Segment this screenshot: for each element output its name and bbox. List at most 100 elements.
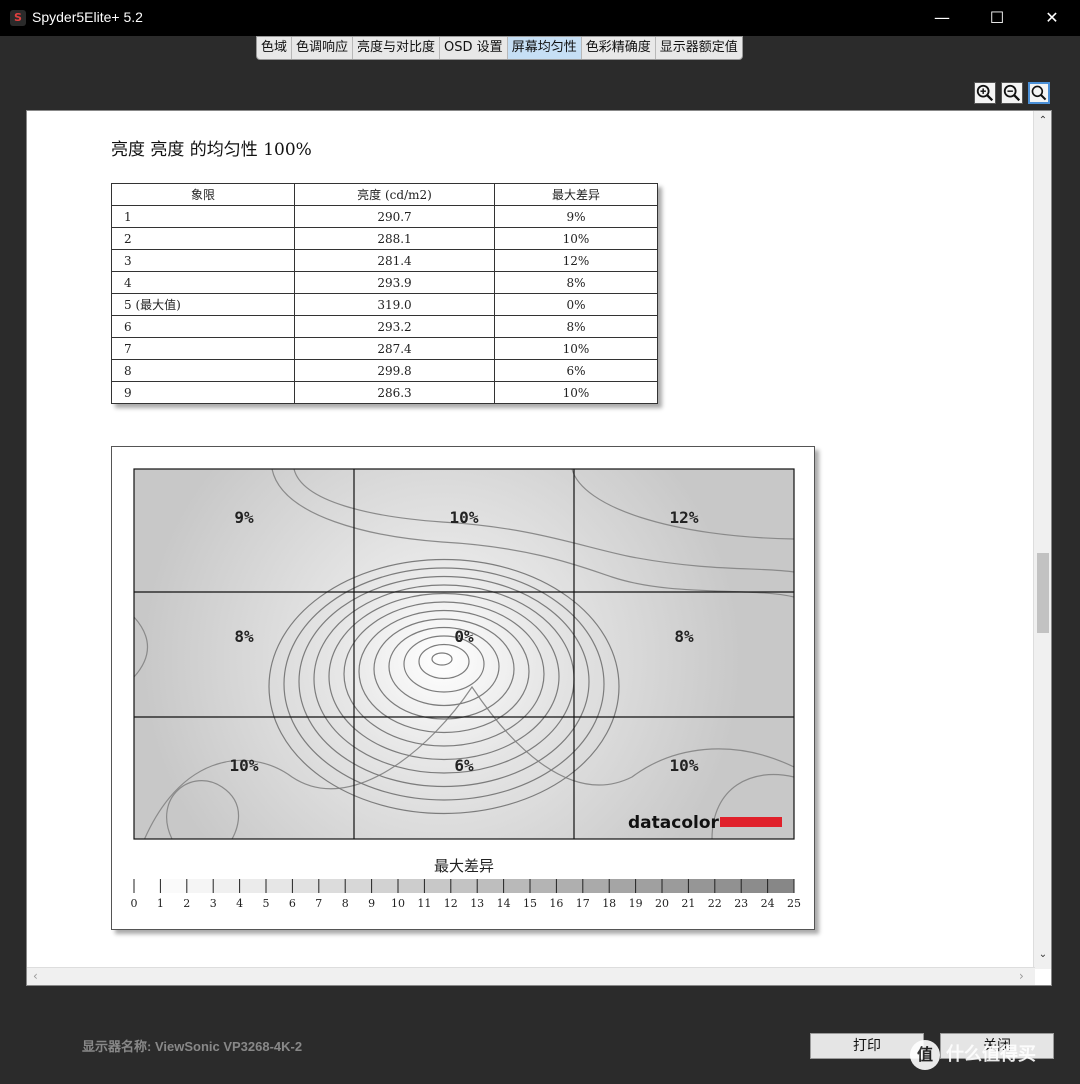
scroll-right-icon[interactable]: › (1019, 969, 1024, 983)
colorbar-segment (266, 879, 293, 893)
max-diff-cell: 8% (494, 271, 658, 294)
colorbar-segment (318, 879, 346, 893)
quadrant-value-label: 0% (454, 627, 474, 646)
report-tab-bar: 色域 色调响应 亮度与对比度 OSD 设置 屏幕均匀性 色彩精确度 显示器额定值 (256, 36, 743, 60)
zoom-in-icon[interactable] (974, 82, 996, 104)
quadrant-value-label: 12% (670, 508, 699, 527)
colorbar-tick-label: 10 (391, 897, 405, 910)
report-title: 亮度 亮度 的均匀性 100% (111, 140, 312, 160)
colorbar-tick-label: 3 (210, 897, 217, 910)
colorbar-tick-label: 19 (629, 897, 643, 910)
colorbar-tick-label: 7 (315, 897, 322, 910)
colorbar-segment (239, 879, 266, 893)
table-row: 3 281.4 12% (111, 249, 658, 272)
colorbar-tick-label: 21 (681, 897, 695, 910)
quadrant-cell: 1 (111, 205, 295, 228)
quadrant-value-label: 8% (674, 627, 694, 646)
quadrant-cell: 3 (111, 249, 295, 272)
max-diff-cell: 10% (494, 227, 658, 250)
spyder-app-icon: S (10, 10, 26, 26)
colorbar-tick-label: 22 (708, 897, 722, 910)
colorbar-segment (503, 879, 530, 893)
column-header-luminance: 亮度 (cd/m2) (294, 183, 495, 206)
colorbar-tick-label: 13 (470, 897, 484, 910)
column-header-quadrant: 象限 (111, 183, 295, 206)
colorbar-segment (292, 879, 319, 893)
colorbar-tick-label: 23 (734, 897, 748, 910)
watermark: 值什么值得买 (910, 1040, 1036, 1070)
tab-osd-settings[interactable]: OSD 设置 (440, 37, 508, 59)
tab-gamut[interactable]: 色域 (257, 37, 293, 59)
luminance-cell: 293.2 (294, 315, 495, 338)
watermark-text: 什么值得买 (946, 1044, 1036, 1065)
maximize-button[interactable]: ☐ (974, 0, 1020, 36)
quadrant-cell: 9 (111, 381, 295, 404)
colorbar-segment (530, 879, 557, 893)
colorbar-segment (609, 879, 636, 893)
print-button[interactable]: 打印 (810, 1033, 924, 1059)
colorbar-segment (741, 879, 768, 893)
scroll-up-icon[interactable]: ⌃ (1034, 115, 1051, 126)
colorbar-tick-label: 6 (289, 897, 296, 910)
colorbar-segment (477, 879, 504, 893)
scroll-down-icon[interactable]: ⌄ (1034, 949, 1051, 960)
scroll-thumb[interactable] (1037, 553, 1049, 633)
zoom-fit-icon[interactable] (1028, 82, 1050, 104)
watermark-badge-icon: 值 (910, 1040, 940, 1070)
colorbar-tick-label: 11 (417, 897, 431, 910)
colorbar-segment (424, 879, 451, 893)
luminance-cell: 290.7 (294, 205, 495, 228)
colorbar-segment (556, 879, 583, 893)
table-row: 5 (最大值) 319.0 0% (111, 293, 658, 316)
max-diff-cell: 12% (494, 249, 658, 272)
colorbar-tick-label: 5 (263, 897, 270, 910)
vertical-scrollbar[interactable]: ⌃ ⌄ (1033, 111, 1051, 969)
luminance-cell: 293.9 (294, 271, 495, 294)
table-row: 2 288.1 10% (111, 227, 658, 250)
colorbar-segment (345, 879, 372, 893)
window-title: Spyder5Elite+ 5.2 (32, 9, 143, 25)
tab-monitor-rating[interactable]: 显示器额定值 (656, 37, 742, 59)
scroll-left-icon[interactable]: ‹ (33, 969, 38, 983)
luminance-cell: 286.3 (294, 381, 495, 404)
close-window-button[interactable]: ✕ (1029, 0, 1075, 36)
column-header-max-diff: 最大差异 (494, 183, 658, 206)
tab-tone-response[interactable]: 色调响应 (292, 37, 354, 59)
table-row: 8 299.8 6% (111, 359, 658, 382)
quadrant-value-label: 8% (234, 627, 254, 646)
colorbar-segment (582, 879, 610, 893)
tab-screen-uniformity[interactable]: 屏幕均匀性 (507, 37, 582, 59)
max-diff-cell: 9% (494, 205, 658, 228)
colorbar-tick-label: 8 (342, 897, 349, 910)
quadrant-value-label: 9% (234, 508, 254, 527)
colorbar-segment (662, 879, 689, 893)
colorbar-segment (134, 879, 161, 893)
zoom-out-icon[interactable] (1001, 82, 1023, 104)
contour-chart-svg: 9% 10% 12% 8% 0% 8% 10% 6% 10% datacolor 最大差异 0 1… (131, 468, 801, 910)
report-panel[interactable]: 亮度 亮度 的均匀性 100% 象限 亮度 (cd/m2) 最大差异 1 290.… (26, 110, 1052, 986)
colorbar-tick-label: 16 (549, 897, 563, 910)
monitor-name-label: 显示器名称: ViewSonic VP3268-4K-2 (82, 1039, 303, 1054)
quadrant-value-label: 6% (454, 756, 474, 775)
luminance-cell: 281.4 (294, 249, 495, 272)
logo-red-bar (720, 817, 782, 827)
quadrant-value-label: 10% (450, 508, 479, 527)
table-row: 7 287.4 10% (111, 337, 658, 360)
colorbar-segment (160, 879, 187, 893)
tab-brightness-contrast[interactable]: 亮度与对比度 (353, 37, 441, 59)
uniformity-contour-chart: 9% 10% 12% 8% 0% 8% 10% 6% 10% datacolor 最大差异 0 1… (111, 446, 815, 930)
tab-color-accuracy[interactable]: 色彩精确度 (582, 37, 656, 59)
colorbar-tick-label: 14 (497, 897, 511, 910)
colorbar-tick-label: 24 (761, 897, 775, 910)
horizontal-scrollbar[interactable]: ‹ › (27, 967, 1035, 985)
colorbar-tick-label: 1 (157, 897, 164, 910)
colorbar-tick-label: 17 (576, 897, 590, 910)
minimize-button[interactable]: — (919, 0, 965, 36)
colorbar-tick-label: 12 (444, 897, 458, 910)
luminance-cell: 319.0 (294, 293, 495, 316)
colorbar-segment (450, 879, 478, 893)
luminance-cell: 299.8 (294, 359, 495, 382)
quadrant-value-label: 10% (670, 756, 699, 775)
luminance-cell: 288.1 (294, 227, 495, 250)
colorbar-tick-label: 4 (236, 897, 243, 910)
